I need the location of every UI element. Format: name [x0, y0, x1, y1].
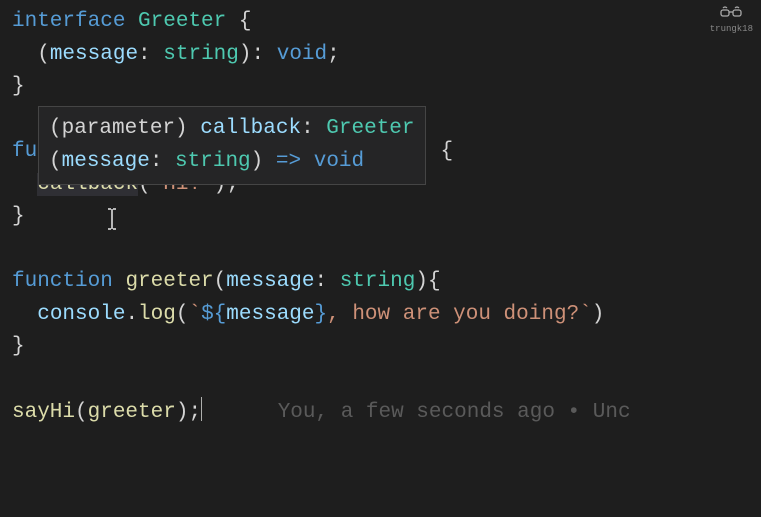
- keyword-function: function: [12, 270, 113, 293]
- arg-greeter: greeter: [88, 401, 176, 424]
- code-line-2[interactable]: (message: string): void;: [12, 39, 749, 72]
- tooltip-type-string: string: [175, 150, 251, 173]
- code-line-10[interactable]: console.log(`${message}, how are you doi…: [12, 299, 749, 332]
- method-log: log: [138, 303, 176, 326]
- type-greeter: Greeter: [138, 10, 226, 33]
- param-message: message: [226, 270, 314, 293]
- brace-close: }: [12, 335, 25, 358]
- code-editor[interactable]: interface Greeter { (message: string): v…: [12, 6, 749, 429]
- brace-open: {: [239, 10, 252, 33]
- tooltip-line-2: (message: string) => void: [49, 146, 415, 179]
- type-void: void: [277, 43, 327, 66]
- brace-close: }: [12, 205, 25, 228]
- tooltip-void: void: [314, 150, 364, 173]
- string-rest: , how are you doing?: [327, 303, 579, 326]
- keyword-interface: interface: [12, 10, 125, 33]
- tooltip-message: message: [62, 150, 150, 173]
- code-line-9[interactable]: function greeter(message: string){: [12, 266, 749, 299]
- code-line-3[interactable]: }: [12, 71, 749, 104]
- code-line-7[interactable]: }: [12, 201, 749, 234]
- hover-tooltip: (parameter) callback: Greeter (message: …: [38, 106, 426, 185]
- code-line-12[interactable]: [12, 364, 749, 397]
- keyword-fu-partial: fu: [12, 140, 37, 163]
- func-greeter: greeter: [125, 270, 213, 293]
- type-string: string: [340, 270, 416, 293]
- text-cursor: [201, 397, 202, 421]
- tooltip-line-1: (parameter) callback: Greeter: [49, 113, 415, 146]
- code-line-13[interactable]: sayHi(greeter); You, a few seconds ago •…: [12, 397, 749, 430]
- call-sayHi: sayHi: [12, 401, 75, 424]
- tooltip-callback: callback: [200, 117, 301, 140]
- code-line-11[interactable]: }: [12, 331, 749, 364]
- tooltip-type-greeter: Greeter: [326, 117, 414, 140]
- obj-console: console: [37, 303, 125, 326]
- tooltip-arrow: =>: [276, 150, 301, 173]
- var-message: message: [226, 303, 314, 326]
- param-message: message: [50, 43, 138, 66]
- brace-close: }: [12, 75, 25, 98]
- git-blame-annotation: You, a few seconds ago • Unc: [278, 401, 631, 424]
- code-line-1[interactable]: interface Greeter {: [12, 6, 749, 39]
- code-line-8[interactable]: [12, 234, 749, 267]
- type-string: string: [163, 43, 239, 66]
